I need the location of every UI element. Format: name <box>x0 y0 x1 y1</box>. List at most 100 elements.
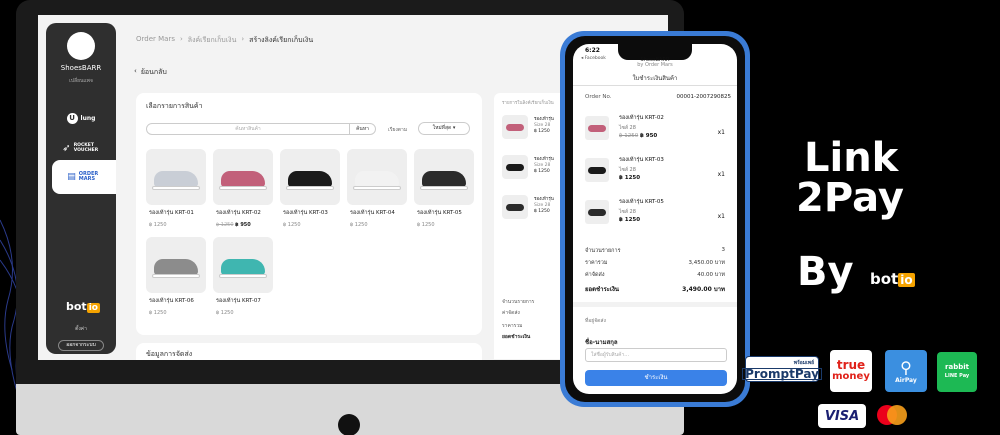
product-select-card: เลือกรายการสินค้า ค้นหาสินค้า ค้นหา เรีย… <box>136 93 482 335</box>
product-name: รองเท้ารุ่น KRT-03 <box>283 210 328 216</box>
total-row: ยอดชำระเงิน 3,490.00 บาท <box>585 286 725 293</box>
rocket-icon: ➶ <box>62 142 71 154</box>
product-name: รองเท้ารุ่น KRT-04 <box>350 210 395 216</box>
airpay-icon: ⚲ <box>900 358 912 377</box>
breadcrumb-item[interactable]: ลิงค์เรียกเก็บเงิน <box>188 35 237 46</box>
status-time: 6:22 <box>585 47 600 54</box>
summary-item-image <box>502 115 528 139</box>
product-price: ฿ 1250 ฿ 950 <box>216 222 251 228</box>
by-label: By <box>797 249 854 295</box>
product-price: ฿ 1250 <box>216 310 234 316</box>
product-name: รองเท้ารุ่น KRT-05 <box>417 210 462 216</box>
product-image <box>146 237 206 293</box>
product-image <box>213 149 273 205</box>
product-card[interactable]: รองเท้ารุ่น KRT-06 ฿ 1250 <box>146 237 206 319</box>
product-name: รองเท้ารุ่น KRT-06 <box>149 298 194 304</box>
visa-logo: VISA <box>818 404 866 428</box>
subtotal-row: ราคารวม 3,450.00 บาท <box>585 260 725 266</box>
phone-screen: 6:22 ◂ Facebook ShoesBARR by Order Mars … <box>573 44 737 394</box>
product-name: รองเท้ารุ่น KRT-01 <box>149 210 194 216</box>
product-card[interactable]: รองเท้ารุ่น KRT-02 ฿ 1250 ฿ 950 <box>213 149 273 231</box>
settings-link[interactable]: ตั้งค่า <box>46 325 116 333</box>
product-price: ฿ 1250 <box>149 222 167 228</box>
title-line-1: Link <box>804 135 899 181</box>
invoice-item: รองเท้ารุ่น KRT-02 ไซส์ 28 ฿ 1250 ฿ 950 x1 <box>585 114 731 152</box>
invoice-item: รองเท้ารุ่น KRT-05 ไซส์ 28 ฿ 1250 x1 <box>585 198 731 236</box>
summary-subtotal-label: ราคารวม <box>502 323 523 329</box>
product-image <box>347 149 407 205</box>
logout-button[interactable]: ออกจากระบบ <box>58 340 104 351</box>
summary-count-label: จำนวนรายการ <box>502 299 535 305</box>
sort-select[interactable]: ใหม่ที่สุด ▾ <box>418 122 470 135</box>
search-input[interactable]: ค้นหาสินค้า <box>147 124 349 134</box>
product-image <box>280 149 340 205</box>
product-name: รองเท้ารุ่น KRT-02 <box>216 210 261 216</box>
invoice-item: รองเท้ารุ่น KRT-03 ไซส์ 28 ฿ 1250 x1 <box>585 156 731 194</box>
shop-avatar[interactable] <box>67 32 95 60</box>
monitor-camera <box>338 414 360 435</box>
summary-total-label: ยอดชำระเงิน <box>502 334 531 340</box>
truemoney-logo: true money <box>830 350 872 392</box>
back-label: ย้อนกลับ <box>140 68 167 76</box>
name-input[interactable]: ใส่ชื่อผู้รับสินค้า... <box>585 348 727 362</box>
back-button[interactable]: ‹ ย้อนกลับ <box>134 67 167 78</box>
product-card[interactable]: รองเท้ารุ่น KRT-03 ฿ 1250 <box>280 149 340 231</box>
sidebar-item-rocket-voucher[interactable]: ➶ ROCKET VOUCHER <box>56 135 106 161</box>
sidebar-item-order-mars[interactable]: ▤ ORDER MARS <box>52 160 116 194</box>
botio-logo: bot io <box>66 300 100 313</box>
rabbit-linepay-logo: rabbit LINE Pay <box>937 352 977 392</box>
shop-name: ShoesBARR <box>60 64 102 72</box>
chevron-right-icon: › <box>241 35 245 43</box>
chevron-right-icon: › <box>179 35 183 43</box>
product-card[interactable]: รองเท้ารุ่น KRT-07 ฿ 1250 <box>213 237 273 319</box>
sidebar-item-label: lung <box>80 114 96 122</box>
summary-shipping-label: ค่าจัดส่ง <box>502 310 520 316</box>
invoice-item-image <box>585 158 609 182</box>
botio-brand-logo: bot io <box>870 270 915 288</box>
sidebar-item-label: ROCKET VOUCHER <box>73 143 99 153</box>
title-line-2: 2Pay <box>796 175 904 221</box>
sidebar-item-ulung[interactable]: U lung <box>56 105 106 131</box>
product-card[interactable]: รองเท้ารุ่น KRT-04 ฿ 1250 <box>347 149 407 231</box>
phone-frame: 6:22 ◂ Facebook ShoesBARR by Order Mars … <box>560 31 750 407</box>
change-shop-link[interactable]: เปลี่ยนแพจ <box>46 77 116 85</box>
breadcrumb-item[interactable]: Order Mars <box>136 35 175 46</box>
summary-item-image <box>502 155 528 179</box>
count-row: จำนวนรายการ 3 <box>585 247 725 254</box>
invoice-item-image <box>585 200 609 224</box>
section-title: เลือกรายการสินค้า <box>146 102 203 110</box>
name-label: ชื่อ-นามสกุล <box>585 339 618 346</box>
airpay-logo: ⚲ AirPay <box>885 350 927 392</box>
shop-subtitle: by Order Mars <box>637 62 673 68</box>
ulung-icon: U <box>66 112 78 124</box>
order-number-row: Order No. 00001-2007290825 <box>585 94 731 100</box>
search-button[interactable]: ค้นหา <box>349 124 375 134</box>
shop-header: ShoesBARR by Order Mars <box>573 58 737 68</box>
order-mars-icon: ▤ <box>67 172 76 182</box>
mastercard-icon <box>877 405 907 425</box>
invoice-item-image <box>585 116 609 140</box>
product-price: ฿ 1250 <box>417 222 435 228</box>
section-title: ข้อมูลการจัดส่ง <box>146 350 193 358</box>
invoice-title: ใบชำระเงินสินค้า <box>573 72 737 86</box>
product-image <box>213 237 273 293</box>
product-image <box>146 149 206 205</box>
sort-label: เรียงตาม <box>388 127 408 133</box>
divider <box>573 302 737 307</box>
shipping-card: ข้อมูลการจัดส่ง <box>136 343 482 360</box>
product-image <box>414 149 474 205</box>
mastercard-logo <box>874 400 910 430</box>
product-card[interactable]: รองเท้ารุ่น KRT-05 ฿ 1250 <box>414 149 474 231</box>
order-label: Order No. <box>585 94 612 100</box>
promo-banner: { "admin": { "shop_name": "ShoesBARR", "… <box>0 0 1000 435</box>
sidebar-item-label: ORDER MARS <box>78 171 99 182</box>
product-name: รองเท้ารุ่น KRT-07 <box>216 298 261 304</box>
product-price: ฿ 1250 <box>149 310 167 316</box>
pay-button[interactable]: ชำระเงิน <box>585 370 727 386</box>
sidebar: ShoesBARR เปลี่ยนแพจ U lung ➶ ROCKET VOU… <box>46 23 116 354</box>
summary-title: รายการในลิงค์เรียกเก็บเงิน <box>502 101 554 106</box>
search-bar: ค้นหาสินค้า ค้นหา <box>146 123 376 135</box>
breadcrumb-current: สร้างลิงค์เรียกเก็บเงิน <box>249 36 314 44</box>
product-price: ฿ 1250 <box>350 222 368 228</box>
product-card[interactable]: รองเท้ารุ่น KRT-01 ฿ 1250 <box>146 149 206 231</box>
